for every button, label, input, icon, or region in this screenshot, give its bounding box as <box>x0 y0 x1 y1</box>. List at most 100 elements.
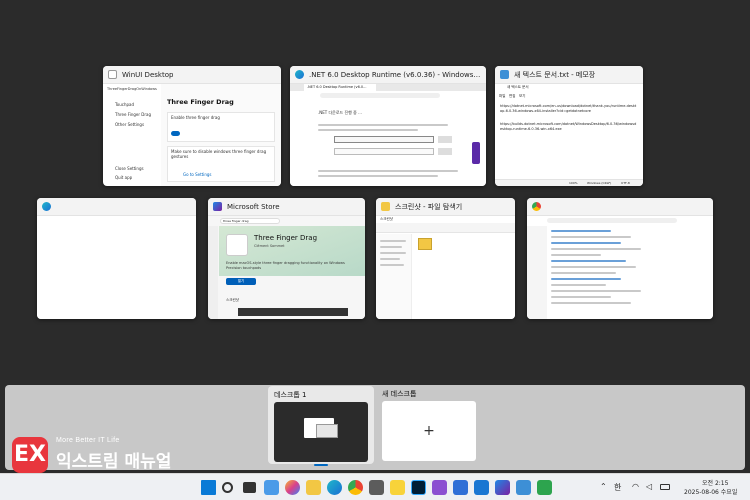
menu-file[interactable]: 파일 <box>499 94 505 99</box>
taskbar: ⌃ 한 ◠ ◁ 오전 2:15 2025-08-06 수요일 <box>0 473 750 500</box>
volume-icon[interactable]: ◁ <box>646 482 652 491</box>
photos-icon[interactable] <box>369 480 384 495</box>
start-icon[interactable] <box>201 480 216 495</box>
screenshot-thumb <box>238 308 348 316</box>
new-desktop[interactable]: 새 데스크톱 + <box>382 389 476 461</box>
menu-edit[interactable]: 편집 <box>509 94 515 99</box>
app-icon <box>226 234 248 256</box>
content-line <box>551 290 641 292</box>
nav-item-three-finger-drag[interactable]: Three Finger Drag <box>115 112 151 117</box>
window-chrome[interactable] <box>527 198 713 319</box>
tray-chevron-icon[interactable]: ⌃ <box>600 482 607 491</box>
task-view-icon[interactable] <box>243 482 256 493</box>
battery-icon[interactable] <box>660 484 670 490</box>
status-encoding: UTF-8 <box>621 181 630 185</box>
nav-item <box>380 252 406 254</box>
content-line <box>551 266 636 268</box>
window-content: .NET 6.0 Desktop Runtime (v6.0... .NET 다… <box>290 84 486 186</box>
widgets-icon[interactable] <box>264 480 279 495</box>
nav-item-quit-app[interactable]: Quit app <box>115 175 132 180</box>
mail-icon[interactable] <box>474 480 489 495</box>
app-title: Three Finger Drag <box>254 234 318 242</box>
content-line <box>551 260 626 262</box>
address-bar[interactable] <box>320 93 440 98</box>
window-title: 스크린샷 - 파일 탐색기 <box>395 202 463 211</box>
search-icon[interactable] <box>222 482 233 493</box>
window-content: 새 텍스트 문서 파일 편집 보기 https://dotnet.microso… <box>495 84 643 186</box>
chrome-icon[interactable] <box>348 480 363 495</box>
explorer-tab[interactable]: 스크린샷 <box>380 217 393 222</box>
app-name: ThreeFingerDragOnWindows <box>107 87 157 91</box>
browser-tab[interactable]: .NET 6.0 Desktop Runtime (v6.0... <box>304 84 376 91</box>
window-title-bar[interactable] <box>37 198 196 216</box>
app-description: Enable macOS-style three finger dragging… <box>226 261 345 270</box>
app-icon[interactable] <box>453 480 468 495</box>
store-icon <box>213 202 222 211</box>
enable-toggle[interactable] <box>171 131 180 136</box>
copy-button-2[interactable] <box>438 148 452 155</box>
wifi-icon[interactable]: ◠ <box>632 482 639 491</box>
content-line <box>551 302 631 304</box>
clock-time[interactable]: 오전 2:15 <box>702 478 728 487</box>
desktop-thumbnail[interactable] <box>274 402 368 462</box>
content-line <box>551 284 606 286</box>
window-dotnet-browser[interactable]: .NET 6.0 Desktop Runtime (v6.0.36) - Win… <box>290 66 486 186</box>
desktop-1[interactable]: 데스크톱 1 <box>268 386 374 466</box>
nav-item-touchpad[interactable]: Touchpad <box>115 102 134 107</box>
text-line-1[interactable]: https://dotnet.microsoft.com/en-us/downl… <box>500 104 638 114</box>
window-title-bar[interactable]: 새 텍스트 문서.txt - 메모장 <box>495 66 643 84</box>
window-title-bar[interactable]: 스크린샷 - 파일 탐색기 <box>376 198 515 216</box>
edge-icon <box>42 202 51 211</box>
window-edge-blank[interactable] <box>37 198 196 319</box>
text-line <box>318 175 438 177</box>
checksum-field-1[interactable] <box>334 136 434 143</box>
side-feedback-button[interactable] <box>472 142 480 164</box>
photoshop-icon[interactable] <box>411 480 426 495</box>
file-explorer-icon[interactable] <box>306 480 321 495</box>
sticky-notes-icon[interactable] <box>390 480 405 495</box>
chrome-icon <box>532 202 541 211</box>
store-search-input[interactable]: three finger drag <box>220 218 280 224</box>
notepad-tab[interactable]: 새 텍스트 문서 <box>507 85 529 90</box>
edge-icon[interactable] <box>327 480 342 495</box>
clock-date[interactable]: 2025-08-06 수요일 <box>684 487 737 496</box>
new-desktop-button[interactable]: + <box>382 401 476 461</box>
window-title-bar[interactable]: .NET 6.0 Desktop Runtime (v6.0.36) - Win… <box>290 66 486 84</box>
window-content: ThreeFingerDragOnWindows Touchpad Three … <box>103 84 281 186</box>
notepad-icon[interactable] <box>516 480 531 495</box>
address-bar[interactable] <box>547 218 677 223</box>
store-icon[interactable] <box>495 480 510 495</box>
open-button[interactable]: 열기 <box>226 278 256 285</box>
window-notepad[interactable]: 새 텍스트 문서.txt - 메모장 새 텍스트 문서 파일 편집 보기 htt… <box>495 66 643 186</box>
plus-icon: + <box>423 423 435 439</box>
window-title-bar[interactable]: Microsoft Store <box>208 198 365 216</box>
watermark-logo: EX More Better IT Life 익스트림 매뉴얼 <box>12 435 182 475</box>
window-winui-desktop[interactable]: WinUI Desktop ThreeFingerDragOnWindows T… <box>103 66 281 186</box>
nav-item <box>380 264 404 266</box>
window-title-bar[interactable]: WinUI Desktop <box>103 66 281 84</box>
app-icon[interactable] <box>537 480 552 495</box>
notepad-icon <box>500 70 509 79</box>
nav-item <box>380 258 400 260</box>
menu-view[interactable]: 보기 <box>519 94 525 99</box>
file-thumbnail[interactable] <box>418 238 432 250</box>
copy-button-1[interactable] <box>438 136 452 143</box>
content-line <box>551 296 611 298</box>
content-line <box>551 236 631 238</box>
content-line <box>551 248 641 250</box>
window-title-bar[interactable] <box>527 198 713 216</box>
nav-item-other-settings[interactable]: Other Settings <box>115 122 144 127</box>
window-file-explorer[interactable]: 스크린샷 - 파일 탐색기 스크린샷 <box>376 198 515 319</box>
window-content: 스크린샷 <box>376 216 515 319</box>
nav-item-close-settings[interactable]: Close Settings <box>115 166 144 171</box>
ime-indicator[interactable]: 한 <box>614 482 621 493</box>
text-line <box>318 170 458 172</box>
text-line-2[interactable]: https://builds.dotnet.microsoft.com/dotn… <box>500 122 638 132</box>
app-icon[interactable] <box>432 480 447 495</box>
checksum-field-2[interactable] <box>334 148 434 155</box>
go-to-settings-link[interactable]: Go to Settings <box>183 172 212 177</box>
copilot-icon[interactable] <box>285 480 300 495</box>
window-microsoft-store[interactable]: Microsoft Store three finger drag Three … <box>208 198 365 319</box>
status-eol: Windows (CRLF) <box>587 181 612 185</box>
edge-icon <box>295 70 304 79</box>
